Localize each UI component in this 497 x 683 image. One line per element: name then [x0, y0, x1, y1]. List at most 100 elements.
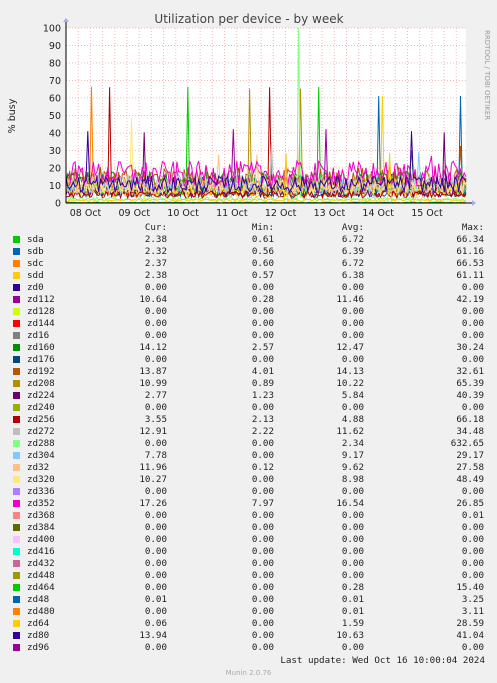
- legend-row: zd368 0.00 0.00 0.00 0.01: [0, 510, 497, 522]
- legend-cur: 0.00: [144, 522, 167, 533]
- x-axis-arrow: [472, 200, 476, 206]
- legend-min: 0.00: [251, 474, 274, 485]
- legend-swatch: [13, 620, 20, 627]
- legend-series-name: zd256: [27, 414, 55, 425]
- legend-row: sdd 2.38 0.57 6.38 61.11: [0, 270, 497, 282]
- legend-min: 0.00: [251, 510, 274, 521]
- legend-avg: 10.22: [336, 378, 364, 389]
- legend-series-name: zd368: [27, 510, 55, 521]
- legend-cur: 10.99: [139, 378, 167, 389]
- legend-series-name: zd192: [27, 366, 55, 377]
- legend-max: 0.00: [461, 570, 484, 581]
- legend-row: zd144 0.00 0.00 0.00 0.00: [0, 318, 497, 330]
- legend-min: 1.23: [251, 390, 274, 401]
- legend-max: 26.85: [456, 498, 484, 509]
- legend-swatch: [13, 584, 20, 591]
- legend-max: 41.04: [456, 630, 484, 641]
- legend-swatch: [13, 260, 20, 267]
- legend-max: 3.25: [461, 594, 484, 605]
- legend-avg: 0.00: [341, 486, 364, 497]
- legend-cur: 0.00: [144, 570, 167, 581]
- legend-cur: 11.96: [139, 462, 167, 473]
- legend-avg: 4.88: [341, 414, 364, 425]
- legend-avg: 0.00: [341, 354, 364, 365]
- legend-cur: 3.55: [144, 414, 167, 425]
- legend-max: 65.39: [456, 378, 484, 389]
- y-tick-label: 50: [49, 111, 61, 122]
- legend-avg: 11.46: [336, 294, 364, 305]
- legend-swatch: [13, 308, 20, 315]
- legend-avg: 11.62: [336, 426, 364, 437]
- legend-avg: 12.47: [336, 342, 364, 353]
- legend-series-name: zd208: [27, 378, 55, 389]
- legend-avg: 8.98: [341, 474, 364, 485]
- legend-series-name: sda: [27, 234, 44, 245]
- legend-cur: 10.27: [139, 474, 167, 485]
- legend-row: zd240 0.00 0.00 0.00 0.00: [0, 402, 497, 414]
- legend-min: 7.97: [251, 498, 274, 509]
- y-tick-label: 30: [49, 146, 61, 157]
- legend-max: 0.00: [461, 522, 484, 533]
- legend-series-name: sdd: [27, 270, 44, 281]
- legend-swatch: [13, 500, 20, 507]
- legend-header: Cur: Min: Avg: Max:: [0, 222, 497, 234]
- legend-swatch: [13, 344, 20, 351]
- legend-avg: 9.17: [341, 450, 364, 461]
- x-tick-label: 15 Oct: [411, 208, 443, 219]
- legend-avg: 2.34: [341, 438, 364, 449]
- legend-avg: 1.59: [341, 618, 364, 629]
- legend-min: 0.57: [251, 270, 274, 281]
- legend-cur: 17.26: [139, 498, 167, 509]
- legend-row: zd416 0.00 0.00 0.00 0.00: [0, 546, 497, 558]
- legend-row: zd192 13.87 4.01 14.13 32.61: [0, 366, 497, 378]
- legend-cur: 2.32: [144, 246, 167, 257]
- col-cur: Cur:: [144, 222, 167, 233]
- legend-cur: 0.00: [144, 546, 167, 557]
- legend-max: 27.58: [456, 462, 484, 473]
- legend-series-name: zd144: [27, 318, 55, 329]
- legend-avg: 0.01: [341, 594, 364, 605]
- legend-series-name: zd320: [27, 474, 55, 485]
- legend-avg: 6.72: [341, 258, 364, 269]
- legend-avg: 0.00: [341, 642, 364, 653]
- legend-swatch: [13, 536, 20, 543]
- y-axis-arrow: [63, 18, 69, 22]
- legend-min: 0.00: [251, 534, 274, 545]
- legend-row: zd384 0.00 0.00 0.00 0.00: [0, 522, 497, 534]
- legend-max: 0.01: [461, 510, 484, 521]
- legend-max: 48.49: [456, 474, 484, 485]
- legend-row: zd64 0.06 0.00 1.59 28.59: [0, 618, 497, 630]
- legend-max: 66.53: [456, 258, 484, 269]
- legend-avg: 14.13: [336, 366, 364, 377]
- legend-swatch: [13, 512, 20, 519]
- legend-row: zd160 14.12 2.57 12.47 30.24: [0, 342, 497, 354]
- legend-cur: 0.00: [144, 642, 167, 653]
- legend-swatch: [13, 560, 20, 567]
- legend-series-name: sdc: [27, 258, 44, 269]
- legend-cur: 13.94: [139, 630, 167, 641]
- y-tick-label: 10: [49, 181, 61, 192]
- legend-series-name: zd416: [27, 546, 55, 557]
- legend-swatch: [13, 392, 20, 399]
- legend-swatch: [13, 488, 20, 495]
- legend-swatch: [13, 596, 20, 603]
- legend-series-name: zd128: [27, 306, 55, 317]
- legend-series-name: zd224: [27, 390, 55, 401]
- legend-max: 61.11: [456, 270, 484, 281]
- x-tick-label: 11 Oct: [216, 208, 248, 219]
- legend-max: 3.11: [461, 606, 484, 617]
- legend-cur: 0.00: [144, 318, 167, 329]
- legend-max: 15.40: [456, 582, 484, 593]
- legend-min: 0.00: [251, 318, 274, 329]
- legend-swatch: [13, 632, 20, 639]
- col-max: Max:: [461, 222, 484, 233]
- legend-series-name: zd32: [27, 462, 50, 473]
- legend-avg: 0.00: [341, 522, 364, 533]
- chart-title: Utilization per device - by week: [154, 12, 343, 26]
- legend-max: 0.00: [461, 558, 484, 569]
- legend-row: zd128 0.00 0.00 0.00 0.00: [0, 306, 497, 318]
- legend-series-name: zd240: [27, 402, 55, 413]
- legend-cur: 0.00: [144, 510, 167, 521]
- legend-max: 66.34: [456, 234, 484, 245]
- legend-avg: 0.00: [341, 306, 364, 317]
